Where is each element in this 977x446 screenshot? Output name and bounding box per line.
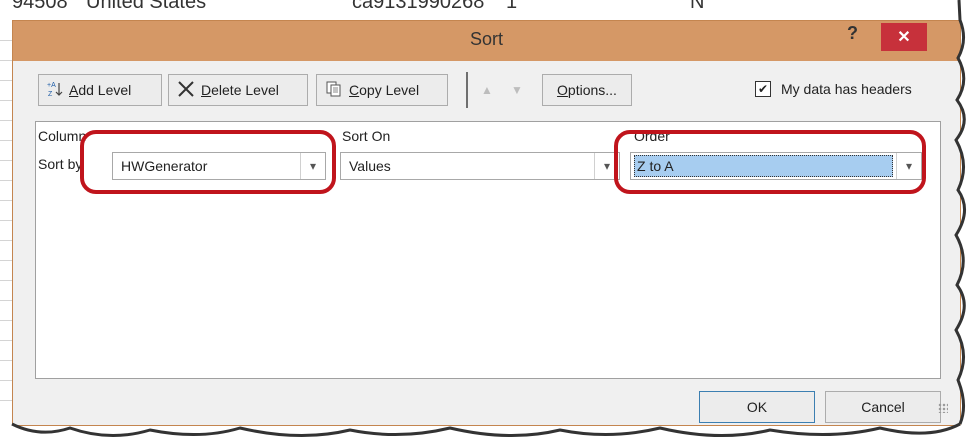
delete-level-button[interactable]: Delete Level [168, 74, 308, 106]
cell-id: ca9131990268 [352, 0, 485, 13]
checkbox-box[interactable]: ✔ [755, 81, 771, 97]
resize-grip[interactable] [938, 403, 948, 413]
cell-flag: N [690, 0, 705, 13]
move-down-button[interactable]: ▼ [502, 74, 532, 106]
sort-on-select-value: Values [349, 158, 391, 174]
sort-on-header: Sort On [342, 128, 391, 144]
sort-az-icon: +A Z [47, 81, 63, 100]
add-level-label: Add Level [69, 82, 132, 98]
cell-zip: 94508 [12, 0, 68, 13]
svg-text:+A: +A [47, 82, 56, 89]
copy-level-button[interactable]: Copy Level [316, 74, 448, 106]
ok-label: OK [746, 399, 768, 415]
copy-icon [325, 80, 343, 101]
help-button[interactable]: ? [847, 23, 858, 44]
my-data-has-headers-label: My data has headers [781, 81, 912, 97]
svg-text:Z: Z [48, 91, 53, 97]
toolbar-separator [466, 72, 468, 108]
add-level-button[interactable]: +A Z Add Level [38, 74, 162, 106]
triangle-down-icon: ▼ [511, 83, 523, 97]
cancel-button[interactable]: Cancel [825, 391, 941, 423]
column-header: Column [38, 128, 87, 144]
dialog-content: +A Z Add Level Delete Level Copy Level ▲… [21, 61, 952, 423]
cell-number: 1 [506, 0, 518, 13]
dialog-title: Sort [469, 29, 503, 49]
checkmark-icon: ✔ [757, 82, 769, 96]
emphasis-circle-column [80, 130, 336, 194]
move-up-button[interactable]: ▲ [472, 74, 502, 106]
options-button[interactable]: Options... [542, 74, 632, 106]
close-button[interactable]: ✕ [881, 23, 927, 51]
emphasis-circle-order [614, 130, 926, 194]
delete-level-label: Delete Level [201, 82, 279, 98]
delete-x-icon [177, 80, 195, 101]
sort-by-label: Sort by [38, 156, 83, 172]
options-label: Options... [557, 82, 617, 98]
my-data-has-headers-checkbox[interactable]: ✔ My data has headers [755, 81, 912, 97]
title-bar[interactable]: Sort ? ✕ [13, 21, 960, 61]
copy-level-label: Copy Level [349, 82, 420, 98]
triangle-up-icon: ▲ [481, 83, 493, 97]
sort-dialog: Sort ? ✕ +A Z Add Level Delete Level Cop… [12, 20, 961, 426]
cell-country: United States [86, 0, 207, 13]
cancel-label: Cancel [861, 399, 905, 415]
sort-on-select[interactable]: Values ▾ [340, 152, 620, 180]
ok-button[interactable]: OK [699, 391, 815, 423]
spreadsheet-row: 94508 United States ca9131990268 1 N [0, 0, 977, 21]
sort-levels-grid: Column Sort On Order Sort by HWGenerator… [35, 121, 941, 379]
close-icon: ✕ [897, 29, 911, 46]
